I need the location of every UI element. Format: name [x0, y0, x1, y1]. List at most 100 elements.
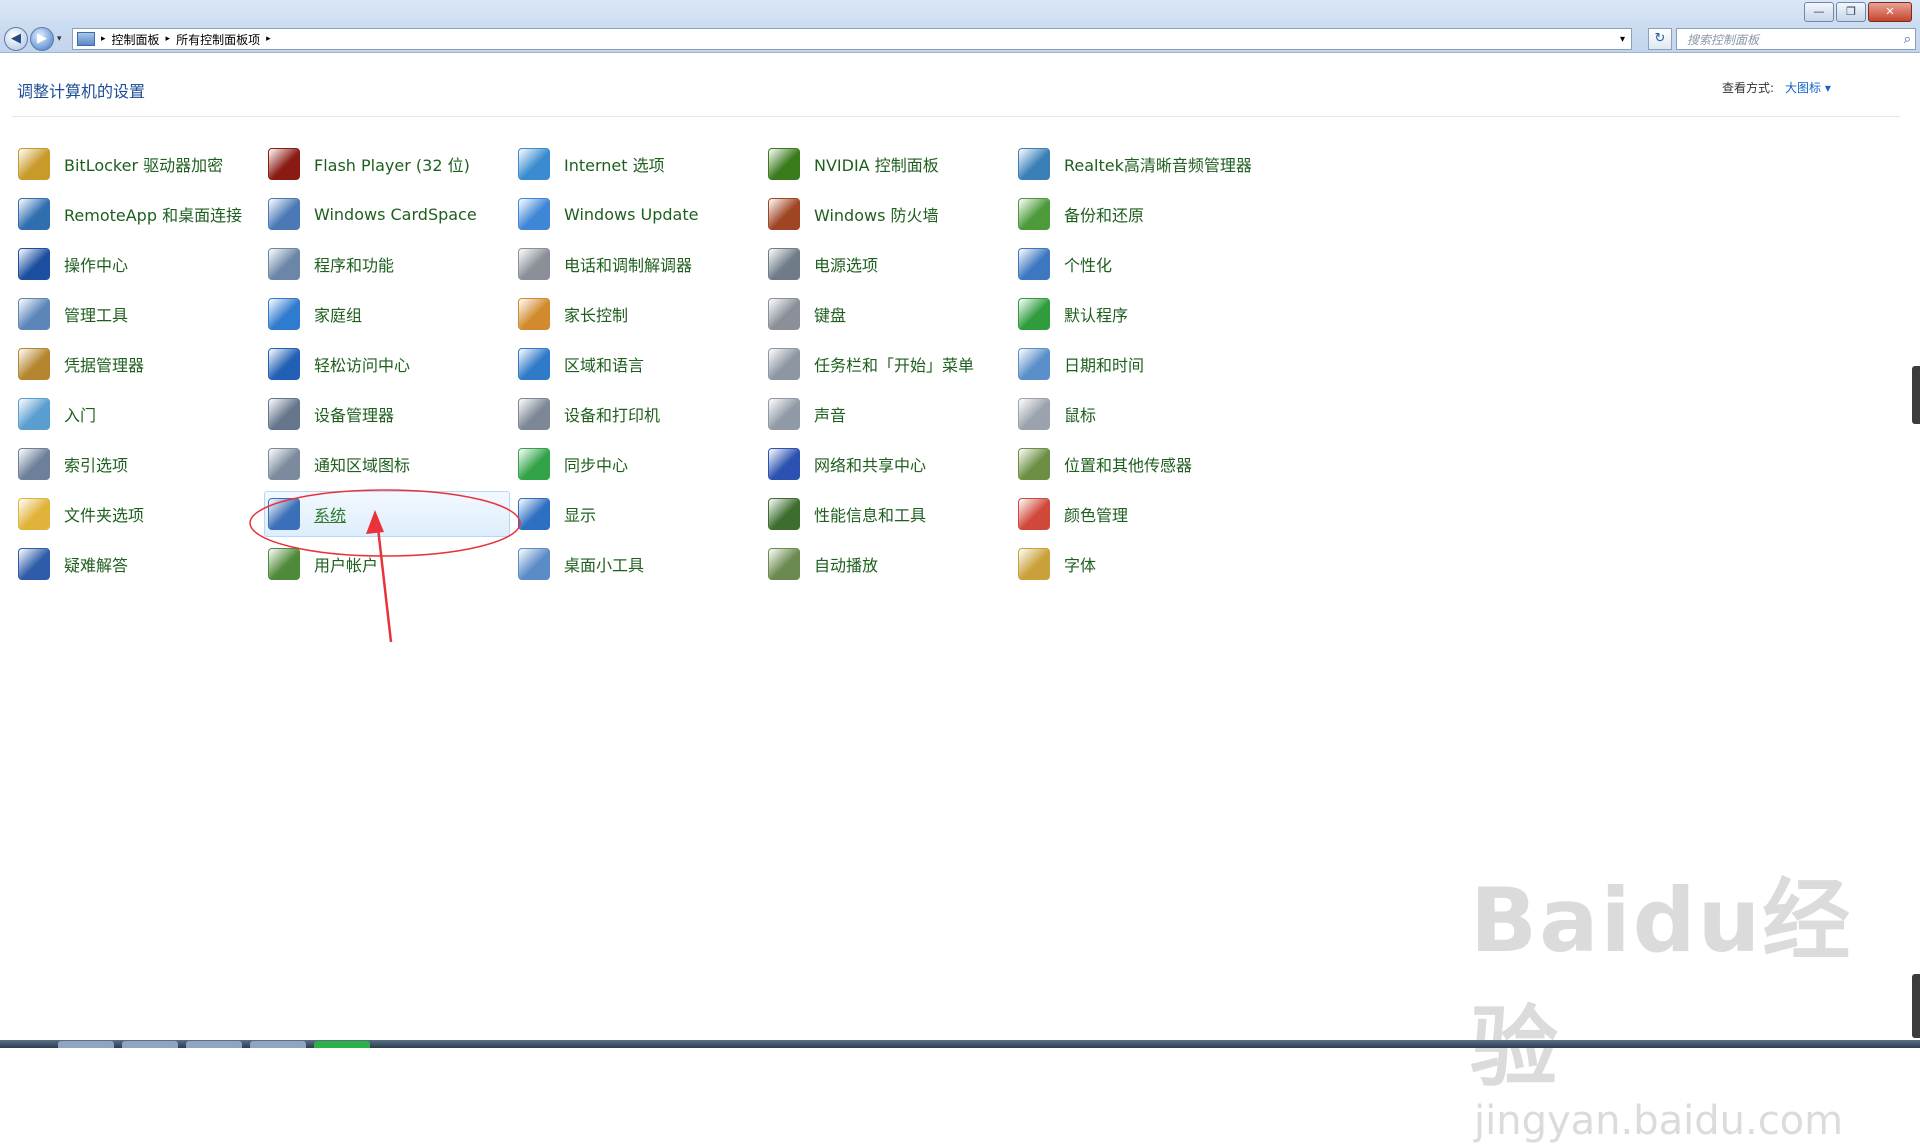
control-panel-item[interactable]: 颜色管理 [1018, 497, 1128, 531]
search-input[interactable]: 搜索控制面板 ⌕ [1676, 28, 1916, 50]
control-panel-item-icon [518, 198, 550, 230]
control-panel-item[interactable]: 家长控制 [518, 297, 628, 331]
control-panel-item[interactable]: 电话和调制解调器 [518, 247, 692, 281]
control-panel-item-icon [1018, 448, 1050, 480]
control-panel-item-label: 桌面小工具 [564, 556, 645, 575]
control-panel-item-label: 键盘 [814, 306, 847, 325]
control-panel-item[interactable]: 个性化 [1018, 247, 1112, 281]
breadcrumb-control-panel[interactable]: 控制面板 [108, 31, 164, 48]
control-panel-item[interactable]: Internet 选项 [518, 147, 665, 181]
control-panel-item[interactable]: 文件夹选项 [18, 497, 144, 531]
search-icon[interactable]: ⌕ [1894, 32, 1911, 47]
back-button[interactable]: ◀ [4, 27, 28, 51]
taskbar-item[interactable] [186, 1041, 242, 1048]
control-panel-item-label: 声音 [814, 406, 847, 425]
control-panel-item[interactable]: 桌面小工具 [518, 547, 644, 581]
control-panel-item[interactable]: 任务栏和「开始」菜单 [768, 347, 974, 381]
control-panel-item[interactable]: 疑难解答 [18, 547, 128, 581]
control-panel-item[interactable]: 备份和还原 [1018, 197, 1144, 231]
watermark-main: Baidu经验 [1470, 869, 1853, 1099]
control-panel-item-icon [18, 198, 50, 230]
forward-button[interactable]: ▶ [30, 27, 54, 51]
control-panel-item-icon [768, 448, 800, 480]
control-panel-item[interactable]: 鼠标 [1018, 397, 1096, 431]
control-panel-item[interactable]: 设备和打印机 [518, 397, 660, 431]
control-panel-item[interactable]: 显示 [518, 497, 596, 531]
close-button[interactable]: ✕ [1868, 2, 1912, 22]
control-panel-item[interactable]: 默认程序 [1018, 297, 1128, 331]
control-panel-item-label: 字体 [1064, 556, 1097, 575]
control-panel-item[interactable]: 通知区域图标 [268, 447, 410, 481]
control-panel-item-icon [768, 298, 800, 330]
control-panel-item-label: 位置和其他传感器 [1064, 456, 1193, 475]
control-panel-item-label: 索引选项 [64, 456, 129, 475]
scrollbar-thumb[interactable] [1912, 366, 1920, 424]
control-panel-item[interactable]: 网络和共享中心 [768, 447, 926, 481]
control-panel-item[interactable]: 用户帐户 [268, 547, 378, 581]
control-panel-item[interactable]: 位置和其他传感器 [1018, 447, 1192, 481]
breadcrumb-all-items[interactable]: 所有控制面板项 [172, 31, 264, 48]
control-panel-item[interactable]: Flash Player (32 位) [268, 147, 470, 181]
control-panel-item[interactable]: 凭据管理器 [18, 347, 144, 381]
control-panel-item-icon [18, 348, 50, 380]
control-panel-item[interactable]: 性能信息和工具 [768, 497, 926, 531]
control-panel-item[interactable]: 区域和语言 [518, 347, 644, 381]
control-panel-item[interactable]: 操作中心 [18, 247, 128, 281]
control-panel-item[interactable]: 系统 [268, 497, 346, 531]
taskbar-item[interactable] [314, 1041, 370, 1048]
control-panel-item-label: 个性化 [1064, 256, 1113, 275]
control-panel-item-icon [268, 398, 300, 430]
control-panel-item[interactable]: 键盘 [768, 297, 846, 331]
control-panel-item[interactable]: 同步中心 [518, 447, 628, 481]
control-panel-item[interactable]: Windows 防火墙 [768, 197, 939, 231]
control-panel-item[interactable]: Realtek高清晰音频管理器 [1018, 147, 1252, 181]
control-panel-item[interactable]: 索引选项 [18, 447, 128, 481]
address-dropdown-button[interactable]: ▾ [1614, 34, 1631, 45]
control-panel-item-icon [18, 548, 50, 580]
control-panel-item-icon [268, 448, 300, 480]
control-panel-item-icon [768, 198, 800, 230]
control-panel-item-icon [18, 498, 50, 530]
control-panel-item-label: Realtek高清晰音频管理器 [1064, 156, 1252, 175]
control-panel-item[interactable]: BitLocker 驱动器加密 [18, 147, 223, 181]
control-panel-icon [77, 32, 95, 46]
control-panel-item[interactable]: 声音 [768, 397, 846, 431]
control-panel-item-label: 颜色管理 [1064, 506, 1129, 525]
control-panel-item[interactable]: 设备管理器 [268, 397, 394, 431]
address-bar[interactable]: ▸ 控制面板 ▸ 所有控制面板项 ▸ ▾ [72, 28, 1632, 50]
control-panel-item[interactable]: 管理工具 [18, 297, 128, 331]
breadcrumb-separator[interactable]: ▸ [99, 34, 108, 44]
control-panel-item[interactable]: NVIDIA 控制面板 [768, 147, 939, 181]
control-panel-item-label: 电话和调制解调器 [564, 256, 693, 275]
control-panel-item[interactable]: Windows Update [518, 197, 698, 231]
refresh-button[interactable]: ↻ [1648, 28, 1672, 50]
control-panel-item[interactable]: 自动播放 [768, 547, 878, 581]
control-panel-item[interactable]: 电源选项 [768, 247, 878, 281]
taskbar-item[interactable] [58, 1041, 114, 1048]
control-panel-item[interactable]: RemoteApp 和桌面连接 [18, 197, 242, 231]
control-panel-item[interactable]: 入门 [18, 397, 96, 431]
control-panel-item-icon [518, 348, 550, 380]
view-by-dropdown[interactable]: 大图标 ▾ [1785, 79, 1831, 96]
control-panel-item[interactable]: 程序和功能 [268, 247, 394, 281]
minimize-button[interactable]: — [1804, 2, 1834, 22]
control-panel-item[interactable]: 日期和时间 [1018, 347, 1144, 381]
control-panel-item[interactable]: Windows CardSpace [268, 197, 477, 231]
control-panel-item-icon [768, 498, 800, 530]
breadcrumb-separator[interactable]: ▸ [164, 34, 173, 44]
control-panel-item-icon [268, 548, 300, 580]
maximize-button[interactable]: ❐ [1836, 2, 1866, 22]
control-panel-item-label: 网络和共享中心 [814, 456, 927, 475]
control-panel-item[interactable]: 家庭组 [268, 297, 362, 331]
control-panel-item-icon [1018, 398, 1050, 430]
recent-pages-dropdown[interactable]: ▾ [57, 34, 62, 44]
control-panel-item-label: 区域和语言 [564, 356, 645, 375]
breadcrumb-separator[interactable]: ▸ [264, 34, 273, 44]
control-panel-item[interactable]: 轻松访问中心 [268, 347, 410, 381]
control-panel-item[interactable]: 字体 [1018, 547, 1096, 581]
taskbar-item[interactable] [250, 1041, 306, 1048]
control-panel-item-label: BitLocker 驱动器加密 [64, 156, 224, 175]
taskbar-item[interactable] [122, 1041, 178, 1048]
control-panel-item-label: 设备和打印机 [564, 406, 661, 425]
page-title: 调整计算机的设置 [17, 82, 146, 101]
